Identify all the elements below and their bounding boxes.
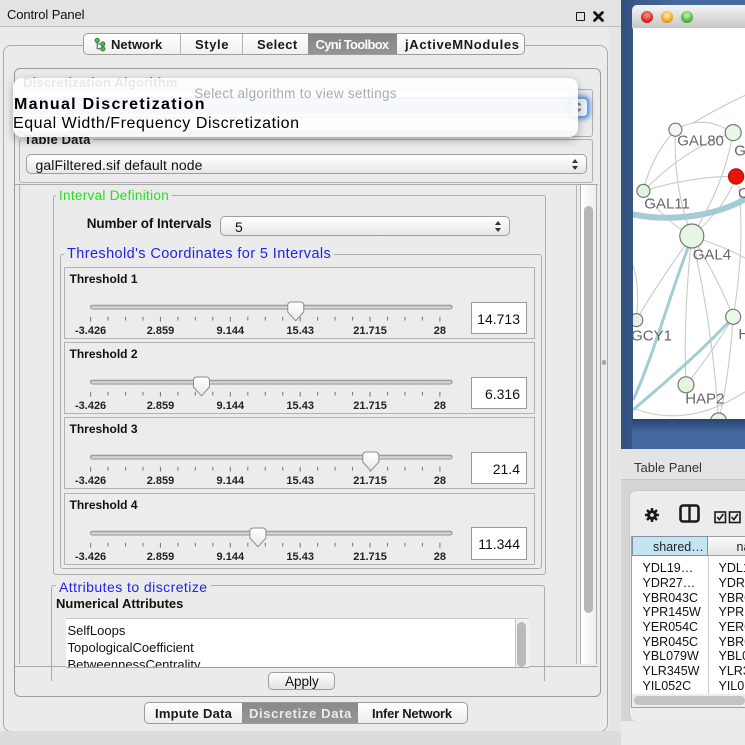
svg-text:GAL4: GAL4	[692, 247, 730, 264]
svg-text:15.43: 15.43	[286, 475, 314, 487]
svg-text:21.715: 21.715	[353, 400, 387, 412]
svg-text:-3.426: -3.426	[74, 325, 105, 337]
svg-text:2.859: 2.859	[146, 400, 174, 412]
svg-text:GAL11: GAL11	[644, 196, 690, 213]
svg-text:15.43: 15.43	[286, 400, 314, 412]
svg-text:9.144: 9.144	[216, 400, 244, 412]
svg-text:9.144: 9.144	[216, 325, 244, 337]
svg-text:28: 28	[433, 400, 445, 412]
svg-text:-3.426: -3.426	[74, 550, 105, 562]
svg-text:21.715: 21.715	[353, 550, 387, 562]
svg-text:9.144: 9.144	[216, 475, 244, 487]
svg-text:9.144: 9.144	[216, 550, 244, 562]
svg-text:2.859: 2.859	[146, 550, 174, 562]
svg-text:-3.426: -3.426	[74, 475, 105, 487]
svg-text:28: 28	[433, 325, 445, 337]
svg-text:GCY1: GCY1	[633, 327, 672, 344]
svg-text:C: C	[738, 185, 745, 202]
svg-text:GAL80: GAL80	[677, 132, 724, 149]
svg-text:21.715: 21.715	[353, 475, 387, 487]
svg-text:15.43: 15.43	[286, 325, 314, 337]
svg-text:2.859: 2.859	[146, 475, 174, 487]
svg-text:-3.426: -3.426	[74, 400, 105, 412]
svg-text:2.859: 2.859	[146, 325, 174, 337]
svg-text:21.715: 21.715	[353, 325, 387, 337]
svg-text:28: 28	[433, 475, 445, 487]
svg-text:15.43: 15.43	[286, 550, 314, 562]
svg-text:H: H	[738, 326, 745, 343]
svg-text:GA: GA	[734, 143, 745, 160]
svg-text:28: 28	[433, 550, 445, 562]
svg-text:HAP2: HAP2	[685, 391, 724, 408]
